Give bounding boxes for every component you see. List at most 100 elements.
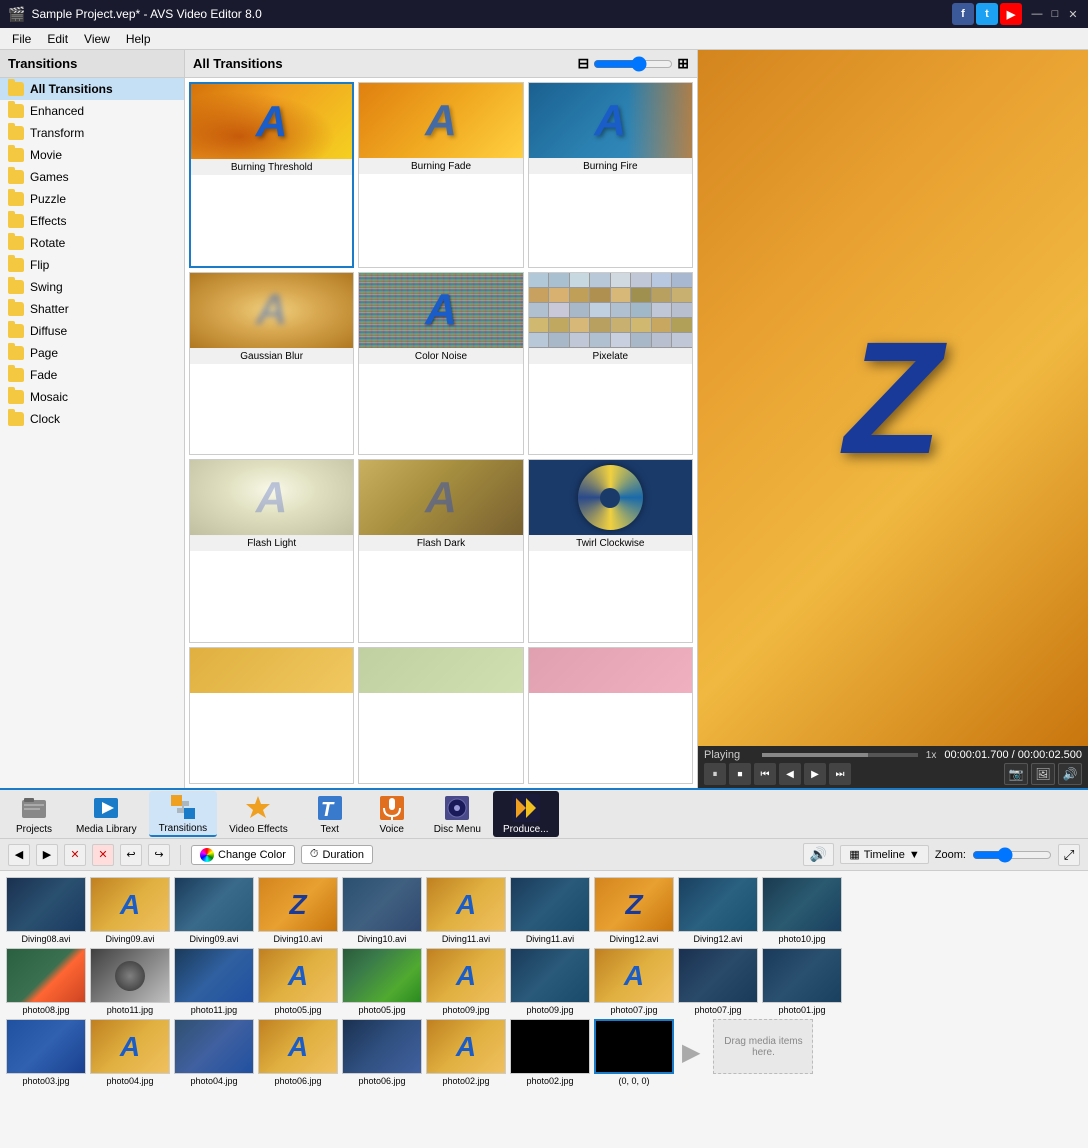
minimize-button[interactable]: — bbox=[1030, 7, 1044, 21]
transition-burning-fire[interactable]: A Burning Fire bbox=[528, 82, 693, 268]
produce-button[interactable]: Produce... bbox=[493, 791, 559, 837]
change-color-button[interactable]: Change Color bbox=[191, 845, 295, 865]
video-effects-button[interactable]: Video Effects bbox=[219, 791, 298, 837]
media-item[interactable]: photo08.jpg bbox=[6, 948, 86, 1015]
media-item[interactable]: Diving11.avi bbox=[510, 877, 590, 944]
media-item[interactable]: A photo04.jpg bbox=[90, 1019, 170, 1086]
media-item[interactable]: photo01.jpg bbox=[762, 948, 842, 1015]
media-item[interactable]: Diving09.avi bbox=[174, 877, 254, 944]
snapshot-button[interactable]: 📷 bbox=[1004, 763, 1028, 785]
text-button[interactable]: T Text bbox=[300, 791, 360, 837]
prev-frame-button[interactable]: ⏮ bbox=[754, 763, 776, 785]
media-item[interactable]: A photo02.jpg bbox=[426, 1019, 506, 1086]
expand-button[interactable]: ⤢ bbox=[1058, 844, 1080, 866]
transition-partial-1[interactable] bbox=[189, 647, 354, 785]
sidebar-item-enhanced[interactable]: Enhanced bbox=[0, 100, 184, 122]
media-item[interactable]: photo11.jpg bbox=[174, 948, 254, 1015]
sidebar-item-fade[interactable]: Fade bbox=[0, 364, 184, 386]
projects-button[interactable]: Projects bbox=[4, 791, 64, 837]
sidebar-item-transform[interactable]: Transform bbox=[0, 122, 184, 144]
youtube-icon[interactable]: ▶ bbox=[1000, 3, 1022, 25]
expand-icon[interactable]: ⊞ bbox=[677, 55, 689, 72]
size-slider[interactable] bbox=[593, 59, 673, 69]
media-item[interactable]: A photo07.jpg bbox=[594, 948, 674, 1015]
media-item-selected[interactable]: (0, 0, 0) bbox=[594, 1019, 674, 1086]
undo-button[interactable]: ↩ bbox=[120, 844, 142, 866]
volume-timeline-button[interactable]: 🔊 bbox=[803, 843, 834, 866]
sidebar-item-puzzle[interactable]: Puzzle bbox=[0, 188, 184, 210]
transitions-button[interactable]: Transitions bbox=[149, 791, 218, 837]
media-item[interactable]: A photo05.jpg bbox=[258, 948, 338, 1015]
sidebar-item-all-transitions[interactable]: All Transitions bbox=[0, 78, 184, 100]
disc-menu-button[interactable]: Disc Menu bbox=[424, 791, 491, 837]
media-item[interactable]: photo07.jpg bbox=[678, 948, 758, 1015]
sidebar-item-page[interactable]: Page bbox=[0, 342, 184, 364]
menu-edit[interactable]: Edit bbox=[39, 30, 76, 48]
voice-button[interactable]: Voice bbox=[362, 791, 422, 837]
timeline-view-button[interactable]: ▦ Timeline ▼ bbox=[840, 845, 928, 864]
sidebar-item-diffuse[interactable]: Diffuse bbox=[0, 320, 184, 342]
pause-button[interactable]: ⏸ bbox=[704, 763, 726, 785]
media-item[interactable]: photo05.jpg bbox=[342, 948, 422, 1015]
screenshot-button[interactable]: 🖼 bbox=[1031, 763, 1055, 785]
volume-button[interactable]: 🔊 bbox=[1058, 763, 1082, 785]
prev-button[interactable]: ◀ bbox=[779, 763, 801, 785]
media-item[interactable]: photo03.jpg bbox=[6, 1019, 86, 1086]
maximize-button[interactable]: □ bbox=[1048, 7, 1062, 21]
menu-view[interactable]: View bbox=[76, 30, 118, 48]
zoom-slider[interactable] bbox=[972, 847, 1052, 863]
facebook-icon[interactable]: f bbox=[952, 3, 974, 25]
sidebar-item-rotate[interactable]: Rotate bbox=[0, 232, 184, 254]
transition-color-noise[interactable]: A Color Noise bbox=[358, 272, 523, 456]
sidebar-item-swing[interactable]: Swing bbox=[0, 276, 184, 298]
shrink-icon[interactable]: ⊟ bbox=[578, 55, 590, 72]
media-item[interactable]: A photo09.jpg bbox=[426, 948, 506, 1015]
media-item[interactable]: Diving08.avi bbox=[6, 877, 86, 944]
menu-file[interactable]: File bbox=[4, 30, 39, 48]
media-item[interactable]: photo06.jpg bbox=[342, 1019, 422, 1086]
next-button[interactable]: ⏭ bbox=[829, 763, 851, 785]
sidebar-label: Fade bbox=[30, 368, 57, 382]
media-library-button[interactable]: Media Library bbox=[66, 791, 147, 837]
media-item[interactable]: photo02.jpg bbox=[510, 1019, 590, 1086]
sidebar-item-mosaic[interactable]: Mosaic bbox=[0, 386, 184, 408]
transition-flash-light[interactable]: A Flash Light bbox=[189, 459, 354, 643]
media-item[interactable]: Z Diving12.avi bbox=[594, 877, 674, 944]
nav-back-button[interactable]: ◀ bbox=[8, 844, 30, 866]
stop-button[interactable]: ⏹ bbox=[729, 763, 751, 785]
sidebar-item-clock[interactable]: Clock bbox=[0, 408, 184, 430]
media-item[interactable]: Diving10.avi bbox=[342, 877, 422, 944]
redo-button[interactable]: ↪ bbox=[148, 844, 170, 866]
media-item[interactable]: A Diving11.avi bbox=[426, 877, 506, 944]
transition-flash-dark[interactable]: A Flash Dark bbox=[358, 459, 523, 643]
sidebar-item-flip[interactable]: Flip bbox=[0, 254, 184, 276]
media-item[interactable]: A Diving09.avi bbox=[90, 877, 170, 944]
transition-partial-2[interactable] bbox=[358, 647, 523, 785]
nav-close2-button[interactable]: ✕ bbox=[92, 844, 114, 866]
sidebar-item-shatter[interactable]: Shatter bbox=[0, 298, 184, 320]
sidebar-item-games[interactable]: Games bbox=[0, 166, 184, 188]
play-button[interactable]: ▶ bbox=[804, 763, 826, 785]
sidebar-item-effects[interactable]: Effects bbox=[0, 210, 184, 232]
media-item[interactable]: photo04.jpg bbox=[174, 1019, 254, 1086]
menu-help[interactable]: Help bbox=[118, 30, 159, 48]
transition-burning-threshold[interactable]: A Burning Threshold bbox=[189, 82, 354, 268]
sidebar-item-movie[interactable]: Movie bbox=[0, 144, 184, 166]
media-item[interactable]: photo11.jpg bbox=[90, 948, 170, 1015]
transition-burning-fade[interactable]: A Burning Fade bbox=[358, 82, 523, 268]
media-item[interactable]: photo09.jpg bbox=[510, 948, 590, 1015]
media-item[interactable]: Z Diving10.avi bbox=[258, 877, 338, 944]
transition-pixelate[interactable]: Pixelate bbox=[528, 272, 693, 456]
transition-partial-3[interactable] bbox=[528, 647, 693, 785]
media-item[interactable]: A photo06.jpg bbox=[258, 1019, 338, 1086]
nav-forward-button[interactable]: ▶ bbox=[36, 844, 58, 866]
media-item[interactable]: Diving12.avi bbox=[678, 877, 758, 944]
media-item[interactable]: photo10.jpg bbox=[762, 877, 842, 944]
progress-bar[interactable] bbox=[762, 753, 918, 757]
nav-close-button[interactable]: ✕ bbox=[64, 844, 86, 866]
twitter-icon[interactable]: t bbox=[976, 3, 998, 25]
transition-twirl-clockwise[interactable]: Twirl Clockwise bbox=[528, 459, 693, 643]
duration-button[interactable]: ⏱ Duration bbox=[301, 845, 373, 864]
transition-gaussian-blur[interactable]: A Gaussian Blur bbox=[189, 272, 354, 456]
close-button[interactable]: ✕ bbox=[1066, 7, 1080, 21]
